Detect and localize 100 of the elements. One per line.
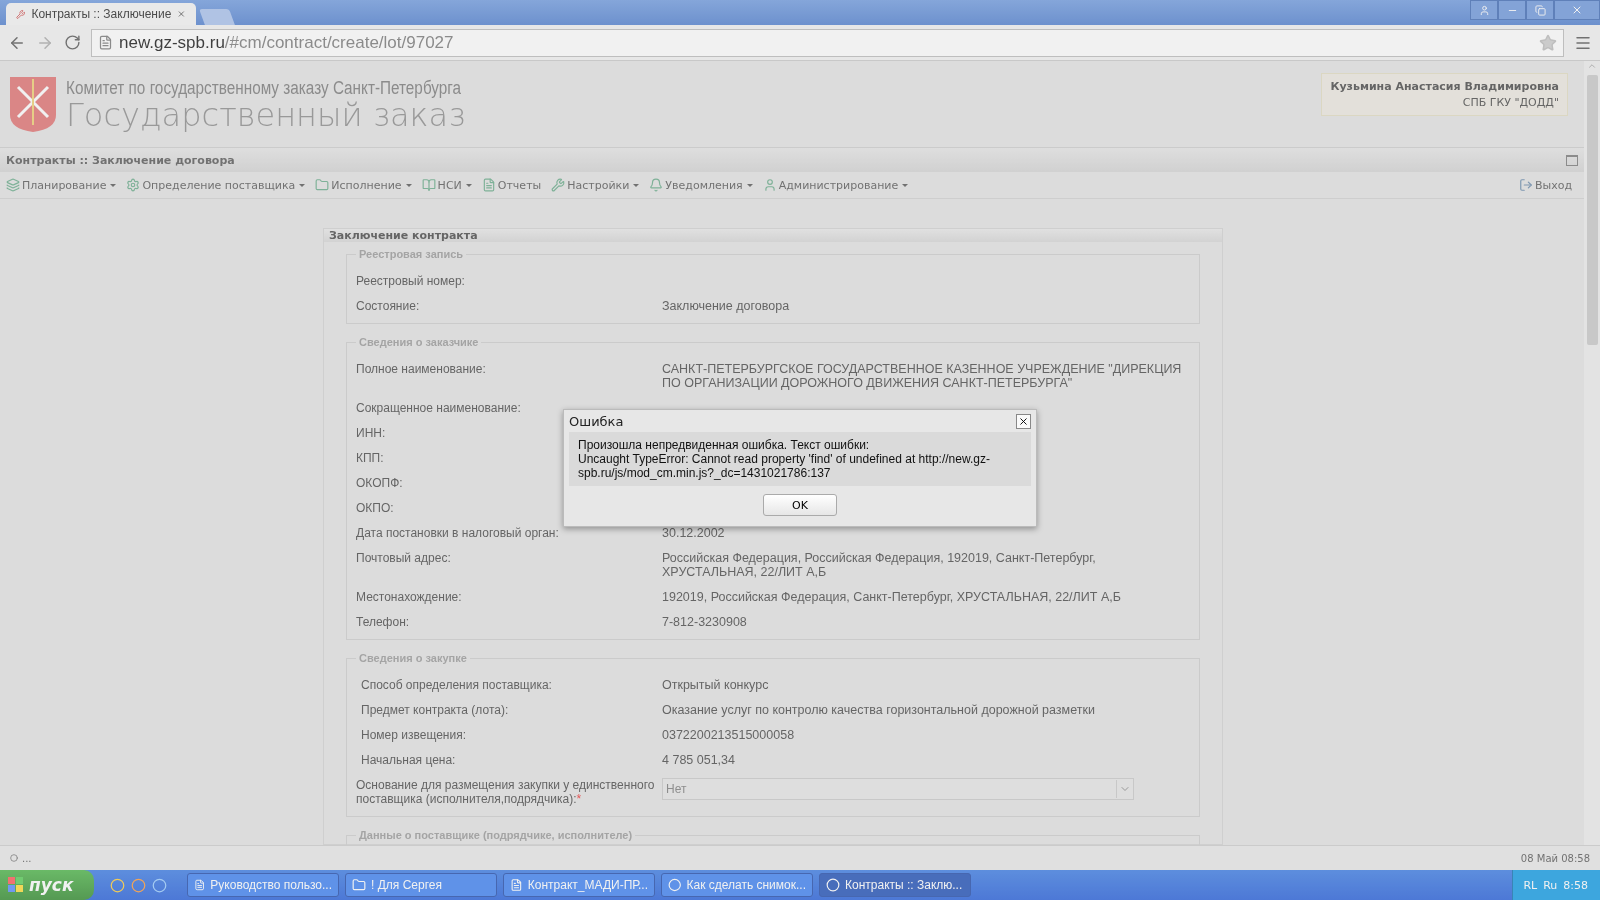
field-label: Дата постановки в налоговый орган:: [356, 526, 559, 540]
document-icon: [194, 878, 206, 892]
minimize-button[interactable]: [1498, 0, 1526, 20]
menu-item[interactable]: НСИ: [419, 178, 474, 192]
menu-item[interactable]: Отчеты: [479, 178, 544, 192]
quick-launch-icon[interactable]: [152, 877, 167, 893]
field-label: Реестровый номер:: [356, 274, 465, 288]
field-value: САНКТ-ПЕТЕРБУРГСКОЕ ГОСУДАРСТВЕННОЕ КАЗЕННОЕ УЧРЕЖДЕНИЕ "ДИРЕКЦИЯ ПО ОРГАНИЗАЦИИ ДОРОЖНОГО ДВИЖЕНИЯ САНКТ-ПЕТЕРБУРГА": [662, 362, 1183, 390]
field-value: Открытый конкурс: [662, 678, 770, 692]
tab-title: Контракты :: Заключение: [31, 7, 172, 21]
user-org: СПБ ГКУ "ДОДД": [1462, 96, 1559, 109]
field-label: Начальная цена:: [361, 753, 456, 767]
close-icon: [1018, 415, 1029, 427]
browser-icon: [668, 878, 682, 892]
restore-button[interactable]: [1526, 0, 1554, 20]
logout-button[interactable]: Выход: [1516, 178, 1574, 192]
document-icon: [510, 878, 523, 892]
url-text: new.gz-spb.ru/#cm/contract/create/lot/97027: [119, 32, 454, 53]
quick-launch-icon[interactable]: [131, 877, 146, 893]
field-value: 4 785 051,34: [662, 753, 736, 767]
tray-text: RL: [1523, 878, 1538, 892]
crest-logo: [8, 75, 58, 133]
section-legend: Сведения о закупке: [356, 652, 470, 664]
field-label: Почтовый адрес:: [356, 551, 451, 565]
stack-icon: [6, 178, 20, 192]
org-name: Комитет по государственному заказу Санкт-Петербурга: [66, 77, 462, 99]
scroll-up-icon[interactable]: [1587, 61, 1597, 71]
bell-icon: [649, 178, 664, 192]
reload-button[interactable]: [64, 34, 81, 51]
status-date: 08 Май 08:58: [1520, 852, 1590, 864]
required-mark: *: [576, 792, 582, 806]
field-label: Способ определения поставщика:: [361, 678, 552, 692]
book-icon: [421, 178, 436, 192]
dialog-title: Ошибка: [569, 413, 624, 429]
field-label: ИНН:: [356, 426, 386, 440]
page-icon: [98, 35, 113, 50]
menu-item[interactable]: Определение поставщика: [124, 178, 308, 192]
close-icon: [1571, 4, 1583, 16]
field-label: Основание для размещения закупки у единственного поставщика (исполнителя,подрядчика):*: [356, 778, 656, 806]
close-icon[interactable]: [177, 8, 186, 20]
field-value: Российская Федерация, Российская Федерация, 192019, Санкт-Петербург, ХРУСТАЛЬНАЯ, 22/ЛИТ А,Б: [662, 551, 1097, 579]
field-label: Предмет контракта (лота):: [361, 703, 509, 717]
ok-button[interactable]: OK: [763, 494, 837, 516]
page-title: Контракты :: Заключение договора: [6, 153, 235, 167]
field-label: КПП:: [356, 451, 384, 465]
scrollbar[interactable]: [1584, 61, 1600, 845]
reload-icon: [64, 34, 81, 51]
gear-icon: [126, 178, 141, 192]
menu-item[interactable]: Планирование: [4, 178, 119, 192]
menu-item[interactable]: Настройки: [549, 178, 642, 192]
field-label: Состояние:: [356, 299, 420, 313]
browser-tab[interactable]: Контракты :: Заключение: [6, 3, 196, 25]
new-tab-button[interactable]: [199, 9, 235, 25]
wrench-icon: [16, 7, 26, 21]
field-label: ОКПО:: [356, 501, 394, 515]
field-label: ОКОПФ:: [356, 476, 403, 490]
document-icon: [481, 178, 496, 192]
section-legend: Данные о поставщике (подрядчике, исполнителе): [356, 829, 636, 841]
address-bar[interactable]: new.gz-spb.ru/#cm/contract/create/lot/97027: [91, 28, 1564, 57]
person-icon: [762, 178, 777, 192]
field-value: 192019, Российская Федерация, Санкт-Петербург, ХРУСТАЛЬНАЯ, 22/ЛИТ А,Б: [662, 590, 1122, 604]
field-label: Телефон:: [356, 615, 410, 629]
quick-launch-icon[interactable]: [110, 877, 125, 893]
folder-icon: [352, 878, 366, 892]
field-label: Полное наименование:: [356, 362, 486, 376]
field-value: Заключение договора: [662, 299, 791, 313]
user-button[interactable]: [1470, 0, 1498, 20]
status-icon: [10, 854, 18, 862]
site-title: Государственный заказ: [66, 98, 467, 131]
star-icon[interactable]: [1539, 33, 1557, 52]
user-name: Кузьмина Анастасия Владимировна: [1330, 80, 1559, 93]
error-detail: Uncaught TypeError: Cannot read property 'find' of undefined at http://new.gz-spb.ru/js/mod_cm.min.js?_dc=1431021786:137: [578, 452, 991, 480]
start-button[interactable]: пуск: [0, 870, 94, 900]
taskbar-button[interactable]: Как сделать снимок...: [661, 873, 813, 897]
taskbar-button[interactable]: Руководство пользо...: [187, 873, 339, 897]
field-value: 0372200213515000058: [662, 728, 796, 742]
menu-item[interactable]: Уведомления: [647, 178, 755, 192]
panel-title: Заключение контракта: [324, 229, 1222, 242]
clock: 8:58: [1563, 878, 1588, 892]
field-label: Местонахождение:: [356, 590, 462, 604]
section-legend: Реестровая запись: [356, 248, 467, 260]
field-value: Оказание услуг по контролю качества горизонтальной дорожной разметки: [662, 703, 1096, 717]
maximize-icon[interactable]: [1566, 154, 1578, 166]
menu-item[interactable]: Исполнение: [313, 178, 414, 192]
taskbar-button[interactable]: Контракт_МАДИ-ПР...: [503, 873, 655, 897]
taskbar-button[interactable]: Контракты :: Заклю...: [819, 873, 971, 897]
close-button[interactable]: [1016, 413, 1031, 429]
status-text: ...: [22, 852, 32, 864]
taskbar-button[interactable]: ! Для Сергея: [345, 873, 497, 897]
scroll-thumb[interactable]: [1586, 75, 1598, 345]
menu-item[interactable]: Администрирование: [760, 178, 911, 192]
field-label: Сокращенное наименование:: [356, 401, 521, 415]
restore-icon: [1534, 4, 1546, 16]
field-label: Номер извещения:: [361, 728, 466, 742]
wrench-icon: [551, 178, 566, 192]
tray-language[interactable]: Ru: [1543, 878, 1558, 892]
field-value: 7-812-3230908: [662, 615, 748, 629]
folder-icon: [315, 178, 330, 192]
windows-logo-icon: [8, 877, 24, 893]
field-value: 30.12.2002: [662, 526, 726, 540]
